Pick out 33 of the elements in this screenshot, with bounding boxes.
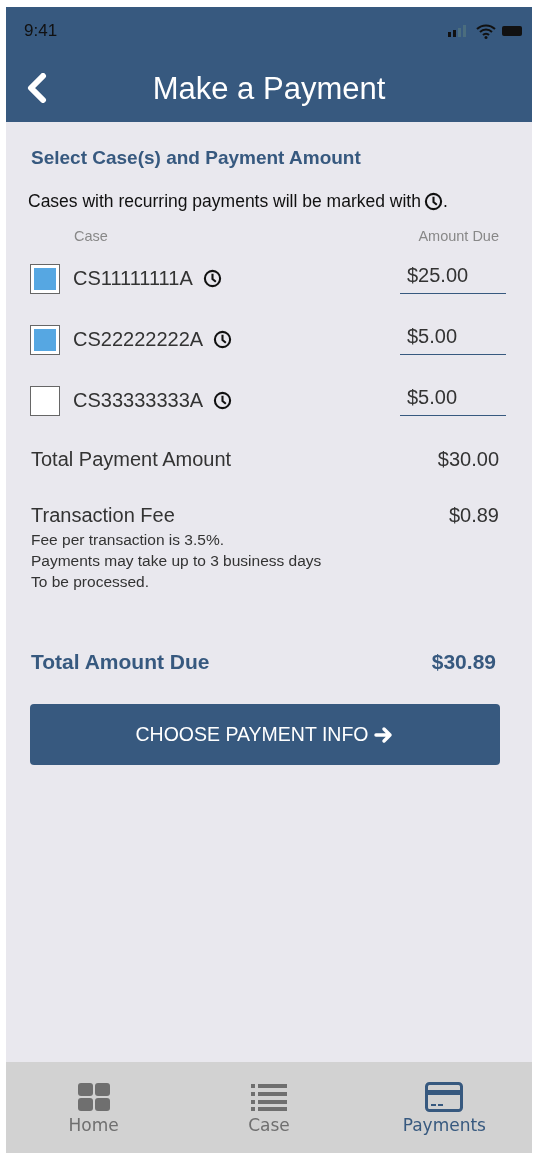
case-number: CS11111111A bbox=[73, 267, 193, 290]
checkbox[interactable] bbox=[30, 385, 60, 416]
checkbox[interactable] bbox=[30, 263, 60, 294]
tab[interactable]: Payments bbox=[356, 1062, 532, 1153]
arrow-right-icon bbox=[374, 725, 395, 744]
fee-value: $0.89 bbox=[448, 504, 499, 527]
section-title: Select Case(s) and Payment Amount bbox=[31, 147, 362, 169]
checkbox[interactable] bbox=[30, 324, 60, 355]
case-number: CS22222222A bbox=[73, 328, 204, 351]
choose-payment-button[interactable]: CHOOSE PAYMENT INFO bbox=[30, 704, 500, 765]
total-due-value: $30.89 bbox=[431, 650, 496, 674]
total-due-label: Total Amount Due bbox=[31, 650, 210, 674]
credit-card-icon bbox=[425, 1082, 464, 1112]
battery-icon bbox=[502, 26, 522, 36]
list-icon bbox=[251, 1083, 287, 1111]
fee-label: Transaction Fee bbox=[31, 504, 175, 527]
amount-field[interactable]: $5.00 bbox=[400, 385, 506, 416]
back-button[interactable] bbox=[26, 73, 48, 103]
fee-details: Fee per transaction is 3.5%. Payments may take up to 3 business days To be processed. bbox=[30, 530, 323, 592]
amount-field[interactable]: $5.00 bbox=[400, 324, 506, 355]
wifi-icon bbox=[476, 23, 496, 39]
case-number: CS33333333A bbox=[73, 389, 204, 412]
total-payment-label: Total Payment Amount bbox=[31, 448, 232, 471]
clock-icon bbox=[423, 192, 443, 211]
recurring-note: Cases with recurring payments will be marked with bbox=[28, 191, 421, 212]
column-header: Amount Due bbox=[418, 228, 499, 244]
total-payment-value: $30.00 bbox=[437, 448, 499, 471]
amount-field[interactable]: $25.00 bbox=[400, 263, 506, 294]
grid-icon bbox=[76, 1082, 111, 1112]
column-header: Case bbox=[74, 228, 108, 244]
page-title: Make a Payment bbox=[152, 70, 386, 107]
status-time: 9:41 bbox=[24, 21, 58, 41]
note-period: . bbox=[442, 191, 448, 212]
